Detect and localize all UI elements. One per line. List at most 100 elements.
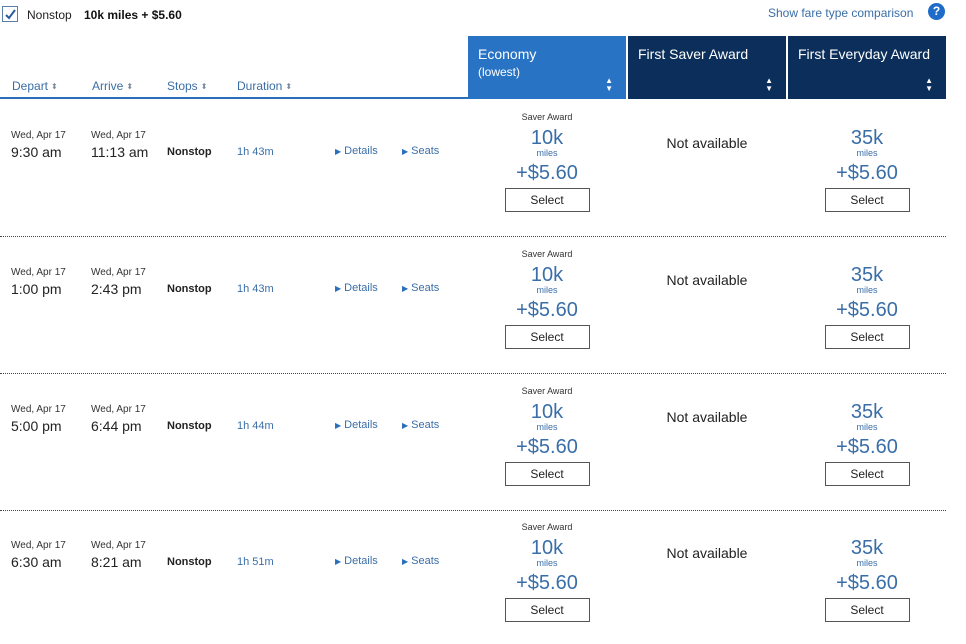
details-link[interactable]: ▶ Details	[335, 555, 378, 567]
stops-value: Nonstop	[167, 146, 212, 158]
miles-unit: miles	[536, 285, 558, 295]
select-button[interactable]: Select	[824, 462, 910, 486]
filter-bar: Nonstop 10k miles + $5.60 Show fare type…	[0, 0, 966, 36]
cabin-title: First Saver Award	[638, 46, 749, 62]
duration-value: 1h 43m	[237, 283, 274, 295]
details-label: Details	[344, 555, 378, 567]
details-label: Details	[344, 145, 378, 157]
flight-row: Wed, Apr 17 1:00 pm Wed, Apr 17 2:43 pm …	[0, 237, 946, 374]
not-available-text: Not available	[666, 545, 748, 561]
arrive-date: Wed, Apr 17	[91, 540, 146, 551]
fare-price: +$5.60	[516, 572, 578, 594]
details-link[interactable]: ▶ Details	[335, 145, 378, 157]
fare-economy: Saver Award 10k miles +$5.60 Select	[468, 249, 626, 349]
arrive-date: Wed, Apr 17	[91, 267, 146, 278]
miles-unit: miles	[536, 148, 558, 158]
stops-value: Nonstop	[167, 556, 212, 568]
triangle-right-icon: ▶	[335, 557, 342, 566]
sort-icon: ⬍	[51, 82, 58, 91]
triangle-right-icon: ▶	[402, 421, 409, 430]
depart-time: 9:30 am	[11, 144, 62, 160]
sort-icon: ▲ ▼	[605, 76, 613, 93]
seats-label: Seats	[411, 555, 440, 567]
cabin-subtitle: (lowest)	[478, 65, 521, 79]
sort-depart[interactable]: Depart ⬍	[12, 79, 58, 93]
select-button[interactable]: Select	[824, 325, 910, 349]
miles-amount: 35k	[850, 264, 884, 286]
cabin-header-economy[interactable]: Economy (lowest) ▲ ▼	[468, 36, 626, 99]
select-button[interactable]: Select	[504, 188, 590, 212]
depart-date: Wed, Apr 17	[11, 540, 66, 551]
miles-amount: 10k	[530, 264, 564, 286]
select-button[interactable]: Select	[504, 325, 590, 349]
arrive-time: 11:13 am	[91, 144, 149, 160]
not-available-text: Not available	[666, 272, 748, 288]
miles-amount: 10k	[530, 127, 564, 149]
miles-unit: miles	[536, 422, 558, 432]
arrive-date: Wed, Apr 17	[91, 130, 146, 141]
miles-unit: miles	[856, 285, 878, 295]
select-button[interactable]: Select	[824, 598, 910, 622]
seats-link[interactable]: ▶ Seats	[402, 555, 439, 567]
seats-label: Seats	[411, 282, 440, 294]
depart-time: 5:00 pm	[11, 418, 62, 434]
nonstop-checkbox[interactable]	[2, 6, 18, 22]
cabin-title: First Everyday Award	[798, 46, 931, 62]
cabin-header-first-everyday[interactable]: First Everyday Award ▲ ▼	[788, 36, 946, 99]
fare-price: +$5.60	[836, 572, 898, 594]
miles-amount: 10k	[530, 537, 564, 559]
flight-row: Wed, Apr 17 9:30 am Wed, Apr 17 11:13 am…	[0, 100, 946, 237]
fare-economy: Saver Award 10k miles +$5.60 Select	[468, 522, 626, 622]
fare-price: +$5.60	[836, 299, 898, 321]
sort-duration[interactable]: Duration ⬍	[237, 79, 292, 93]
triangle-right-icon: ▶	[402, 147, 409, 156]
select-button[interactable]: Select	[504, 462, 590, 486]
triangle-right-icon: ▶	[402, 284, 409, 293]
sort-icon: ▲ ▼	[765, 76, 773, 93]
sort-arrive[interactable]: Arrive ⬍	[92, 79, 133, 93]
depart-time: 1:00 pm	[11, 281, 62, 297]
arrive-date: Wed, Apr 17	[91, 404, 146, 415]
details-link[interactable]: ▶ Details	[335, 419, 378, 431]
depart-date: Wed, Apr 17	[11, 404, 66, 415]
seats-link[interactable]: ▶ Seats	[402, 419, 439, 431]
triangle-right-icon: ▶	[335, 284, 342, 293]
sort-icon: ⬍	[126, 82, 134, 91]
miles-unit: miles	[856, 148, 878, 158]
sort-icon: ⬍	[200, 82, 208, 91]
stops-value: Nonstop	[167, 420, 212, 432]
triangle-right-icon: ▶	[335, 421, 342, 430]
saver-award-label: Saver Award	[521, 522, 573, 532]
sort-duration-label: Duration	[237, 79, 283, 93]
sort-depart-label: Depart	[12, 79, 49, 93]
seats-label: Seats	[411, 145, 440, 157]
fare-economy: Saver Award 10k miles +$5.60 Select	[468, 386, 626, 486]
select-button[interactable]: Select	[504, 598, 590, 622]
cabin-title: Economy	[478, 46, 537, 62]
sort-icon: ⬍	[285, 82, 293, 91]
miles-unit: miles	[536, 558, 558, 568]
fare-price: +$5.60	[516, 436, 578, 458]
miles-amount: 35k	[850, 537, 884, 559]
cabin-header-first-saver[interactable]: First Saver Award ▲ ▼	[628, 36, 786, 99]
arrive-time: 2:43 pm	[91, 281, 142, 297]
fare-first-everyday: 35k miles +$5.60 Select	[788, 522, 946, 622]
duration-value: 1h 44m	[237, 420, 274, 432]
nonstop-label[interactable]: Nonstop	[27, 8, 72, 22]
miles-unit: miles	[856, 558, 878, 568]
fare-first-everyday: 35k miles +$5.60 Select	[788, 112, 946, 212]
select-button[interactable]: Select	[824, 188, 910, 212]
flight-row: Wed, Apr 17 5:00 pm Wed, Apr 17 6:44 pm …	[0, 374, 946, 511]
seats-link[interactable]: ▶ Seats	[402, 145, 439, 157]
fare-comparison-link[interactable]: Show fare type comparison	[768, 6, 913, 20]
triangle-right-icon: ▶	[335, 147, 342, 156]
details-link[interactable]: ▶ Details	[335, 282, 378, 294]
fare-first-everyday: 35k miles +$5.60 Select	[788, 386, 946, 486]
sort-stops[interactable]: Stops ⬍	[167, 79, 207, 93]
fare-price: +$5.60	[516, 162, 578, 184]
help-icon[interactable]: ?	[928, 3, 945, 20]
seats-link[interactable]: ▶ Seats	[402, 282, 439, 294]
checkmark-icon	[5, 9, 16, 20]
depart-time: 6:30 am	[11, 554, 62, 570]
miles-amount: 10k	[530, 401, 564, 423]
